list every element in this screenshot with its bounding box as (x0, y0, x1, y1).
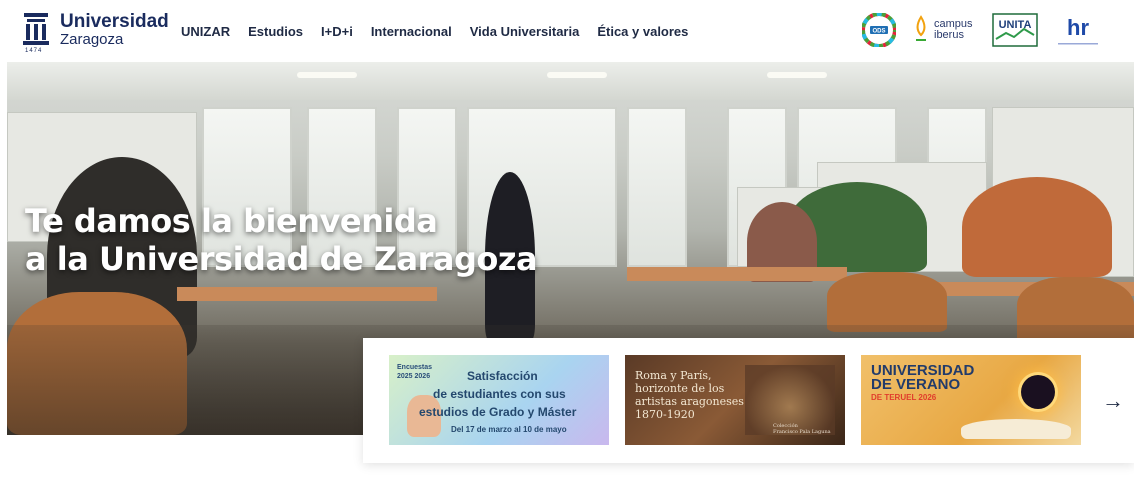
hero-title-line-2: a la Universidad de Zaragoza (25, 240, 538, 278)
slide-1-date: Del 17 de marzo al 10 de mayo (451, 425, 567, 434)
slide-2-title-line-2: horizonte de los (635, 382, 725, 395)
unita-logo[interactable]: UNITA (992, 13, 1038, 47)
logo-subtitle: Zaragoza (60, 31, 124, 48)
eclipse-illustration (1021, 375, 1055, 409)
unita-label: UNITA (999, 19, 1032, 31)
slide-3-subtitle: DE TERUEL 2026 (871, 393, 937, 402)
ceiling-light (297, 72, 357, 78)
ceiling-light (547, 72, 607, 78)
slide-2-title-line-3: artistas aragoneses (635, 395, 744, 408)
slide-2-title-line-4: 1870-1920 (635, 408, 695, 421)
slide-1-line-3: estudios de Grado y Máster (419, 405, 577, 419)
nav-item-unizar[interactable]: UNIZAR (181, 24, 230, 39)
campus-iberus-logo[interactable]: campus iberus (914, 13, 984, 47)
slide-3-title-line-2: DE VERANO (871, 376, 961, 393)
featured-carousel: Encuestas 2025 2026 Satisfacción de estu… (363, 338, 1134, 463)
hr-label: hr (1067, 15, 1089, 40)
slide-2-collection: Colección Francisco Pala Laguna (773, 423, 831, 435)
site-header: Universidad Zaragoza 1474 UNIZAR Estudio… (0, 0, 1134, 62)
ceiling-light (767, 72, 827, 78)
slide-satisfaction-survey[interactable]: Encuestas 2025 2026 Satisfacción de estu… (389, 355, 609, 445)
nav-item-vida-universitaria[interactable]: Vida Universitaria (470, 24, 580, 39)
campus-flame-icon (916, 15, 926, 41)
chair (827, 272, 947, 332)
hero-title-line-1: Te damos la bienvenida (25, 202, 438, 240)
logo-name: Universidad (60, 11, 169, 32)
slide-roma-paris-exhibition[interactable]: Roma y París, horizonte de los artistas … (625, 355, 845, 445)
unita-icon: UNITA (992, 13, 1038, 47)
hr-excellence-logo[interactable]: hr (1052, 13, 1104, 49)
hero-window (627, 107, 687, 267)
campus-line-2: iberus (934, 29, 964, 41)
slide-2-collection-line-2: Francisco Pala Laguna (773, 429, 831, 435)
slide-1-badge-line-1: Encuestas (397, 364, 433, 371)
nav-item-estudios[interactable]: Estudios (248, 24, 303, 39)
ods-label: ODS (872, 29, 885, 35)
book-illustration (961, 419, 1071, 439)
slide-1-badge-line-2: 2025 2026 (397, 373, 431, 380)
hero-ceiling (7, 62, 1134, 100)
main-nav: UNIZAR Estudios I+D+i Internacional Vida… (181, 24, 706, 39)
ods-wheel-icon: ODS (861, 12, 897, 48)
nav-item-idi[interactable]: I+D+i (321, 24, 353, 39)
partner-logos: ODS campus iberus UNITA hr (861, 12, 1104, 49)
student (962, 177, 1112, 277)
ods-logo[interactable]: ODS (861, 12, 897, 48)
hero-title: Te damos la bienvenida a la Universidad … (25, 202, 538, 278)
slide-1-line-2: de estudiantes con sus (433, 387, 566, 401)
university-crest-icon (23, 13, 49, 45)
university-logo[interactable]: Universidad Zaragoza 1474 (22, 11, 172, 54)
hr-icon: hr (1058, 15, 1098, 45)
slide-1-badge: Encuestas 2025 2026 (397, 363, 432, 381)
slide-1-title: Satisfacción (467, 369, 538, 383)
study-desk (627, 267, 847, 281)
carousel-next-arrow-icon[interactable]: → (1102, 388, 1124, 414)
logo-year: 1474 (25, 48, 43, 54)
slide-summer-university-teruel[interactable]: UNIVERSIDAD DE VERANO DE TERUEL 2026 (861, 355, 1081, 445)
nav-item-etica-valores[interactable]: Ética y valores (597, 24, 688, 39)
nav-item-internacional[interactable]: Internacional (371, 24, 452, 39)
slide-2-title-line-1: Roma y París, (635, 369, 712, 382)
study-desk (177, 287, 437, 301)
slide-2-title: Roma y París, horizonte de los artistas … (635, 369, 744, 421)
